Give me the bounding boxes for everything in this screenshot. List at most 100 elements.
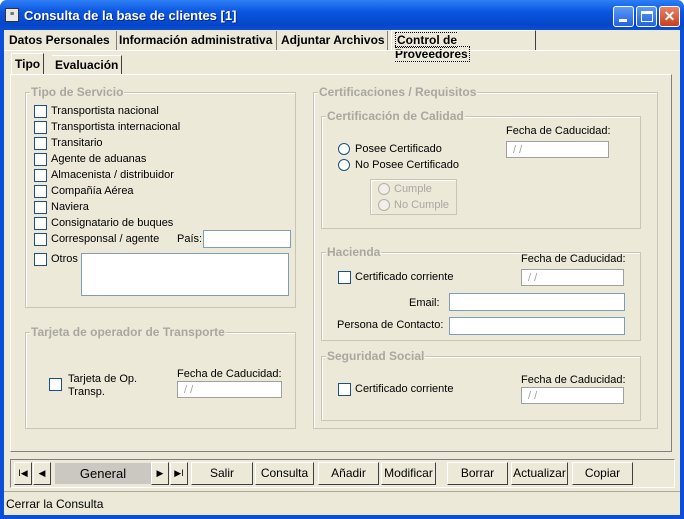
button-label: Modificar — [384, 466, 433, 480]
checkbox-label: Corresponsal / agente — [51, 233, 160, 245]
tab-informacion-administrativa[interactable]: Información administrativa — [119, 31, 277, 50]
first-icon: I◀ — [18, 468, 28, 478]
checkbox-label: Certificado corriente — [355, 271, 454, 283]
group-title: Seguridad Social — [326, 349, 426, 363]
checkbox-label: Transportista internacional — [51, 121, 181, 133]
button-label: Borrar — [460, 466, 495, 480]
fecha-label: Fecha de Caducidad: — [521, 374, 626, 386]
tab-label: Adjuntar Archivos — [281, 33, 385, 47]
contacto-label: Persona de Contacto: — [337, 319, 444, 331]
radio-label: Cumple — [394, 183, 432, 195]
subtab-tipo[interactable]: Tipo — [11, 53, 45, 75]
checkbox-otros[interactable] — [34, 253, 47, 266]
button-label: Actualizar — [513, 466, 566, 480]
checkbox-compania-aerea[interactable] — [34, 185, 47, 198]
button-label: Consulta — [260, 466, 309, 480]
button-label: Añadir — [331, 466, 366, 480]
prev-record-button[interactable]: ◀ — [33, 462, 51, 485]
actualizar-button[interactable]: Actualizar — [511, 462, 568, 485]
last-record-button[interactable]: ▶I — [170, 462, 188, 485]
title-bar[interactable]: ≡ Consulta de la base de clientes [1] ✕ — [0, 0, 684, 30]
tab-adjuntar-archivos[interactable]: Adjuntar Archivos — [281, 31, 388, 50]
close-button[interactable]: ✕ — [659, 6, 680, 27]
radio-posee-certificado[interactable] — [338, 143, 350, 155]
checkbox-label: Almacenista / distribuidor — [51, 169, 174, 181]
tab-datos-personales[interactable]: Datos Personales — [9, 31, 117, 50]
contacto-input[interactable] — [449, 317, 625, 335]
checkbox-transportista-nacional[interactable] — [34, 105, 47, 118]
hacienda-fecha-input[interactable]: / / — [521, 269, 624, 286]
maximize-button[interactable] — [636, 6, 657, 27]
first-record-button[interactable]: I◀ — [14, 462, 32, 485]
modificar-button[interactable]: Modificar — [381, 462, 436, 485]
checkbox-label: Transp. — [68, 386, 105, 398]
window-title: Consulta de la base de clientes [1] — [24, 8, 237, 23]
checkbox-tarjeta-op[interactable] — [49, 378, 62, 391]
tab-label: Control de Proveedores — [395, 32, 470, 62]
anadir-button[interactable]: Añadir — [318, 462, 379, 485]
group-title: Certificación de Calidad — [326, 109, 465, 123]
minimize-icon — [619, 19, 627, 22]
subtab-label: Evaluación — [55, 58, 119, 72]
close-icon: ✕ — [663, 8, 676, 24]
last-icon: ▶I — [174, 468, 184, 478]
checkbox-label: Tarjeta de Op. — [68, 373, 138, 385]
tarjeta-fecha-input[interactable]: / / — [177, 381, 282, 398]
pais-label: País: — [177, 233, 203, 245]
checkbox-consignatario[interactable] — [34, 217, 47, 230]
navigator-label: General — [55, 463, 151, 484]
checkbox-corresponsal[interactable] — [34, 233, 47, 246]
radio-label: No Cumple — [394, 199, 450, 211]
tab-divider — [4, 50, 680, 51]
checkbox-label: Certificado corriente — [355, 383, 454, 395]
tab-label: Información administrativa — [119, 33, 273, 47]
radio-label: No Posee Certificado — [355, 159, 459, 171]
checkbox-label: Transitario — [51, 137, 103, 149]
consulta-button[interactable]: Consulta — [255, 462, 314, 485]
minimize-button[interactable] — [613, 6, 634, 27]
checkbox-naviera[interactable] — [34, 201, 47, 214]
fecha-label: Fecha de Caducidad: — [521, 253, 626, 265]
checkbox-label: Transportista nacional — [51, 105, 159, 117]
group-title: Tarjeta de operador de Transporte — [30, 325, 226, 339]
tab-label: Datos Personales — [9, 33, 110, 47]
checkbox-label: Otros — [51, 253, 78, 265]
email-input[interactable] — [449, 293, 625, 311]
calidad-fecha-input[interactable]: / / — [506, 141, 609, 158]
pais-input[interactable] — [203, 230, 291, 248]
radio-no-posee-certificado[interactable] — [338, 159, 350, 171]
checkbox-hacienda-certificado[interactable] — [338, 271, 351, 284]
copiar-button[interactable]: Copiar — [572, 462, 633, 485]
checkbox-almacenista[interactable] — [34, 169, 47, 182]
status-bar: Cerrar la Consulta — [4, 491, 680, 515]
record-navigator: I◀ ◀ General ▶ ▶I Salir Consulta Añadir … — [10, 459, 675, 488]
otros-textarea[interactable] — [81, 253, 289, 296]
maximize-icon — [641, 11, 653, 22]
radio-no-cumple[interactable] — [378, 199, 390, 211]
subtab-evaluacion[interactable]: Evaluación — [52, 55, 123, 75]
checkbox-label: Compañía Aérea — [51, 185, 134, 197]
app-window: ≡ Consulta de la base de clientes [1] ✕ … — [0, 0, 684, 519]
checkbox-label: Naviera — [51, 201, 89, 213]
next-record-button[interactable]: ▶ — [151, 462, 169, 485]
borrar-button[interactable]: Borrar — [447, 462, 508, 485]
group-title: Certificaciones / Requisitos — [318, 85, 478, 99]
group-title: Tipo de Servicio — [30, 85, 125, 99]
app-icon[interactable]: ≡ — [5, 8, 19, 22]
checkbox-agente-aduanas[interactable] — [34, 153, 47, 166]
prev-icon: ◀ — [38, 468, 46, 478]
checkbox-transportista-internacional[interactable] — [34, 121, 47, 134]
radio-cumple[interactable] — [378, 183, 390, 195]
salir-button[interactable]: Salir — [191, 462, 253, 485]
fecha-label: Fecha de Caducidad: — [177, 368, 282, 380]
button-label: Copiar — [584, 466, 621, 480]
status-text: Cerrar la Consulta — [6, 497, 104, 511]
tab-control-de-proveedores[interactable]: Control de Proveedores — [391, 30, 536, 62]
subtab-label: Tipo — [15, 57, 41, 71]
radio-label: Posee Certificado — [355, 143, 442, 155]
next-icon: ▶ — [156, 468, 164, 478]
button-label: Salir — [209, 466, 234, 480]
seguridad-fecha-input[interactable]: / / — [521, 387, 624, 404]
checkbox-seguridad-certificado[interactable] — [338, 383, 351, 396]
checkbox-transitario[interactable] — [34, 137, 47, 150]
